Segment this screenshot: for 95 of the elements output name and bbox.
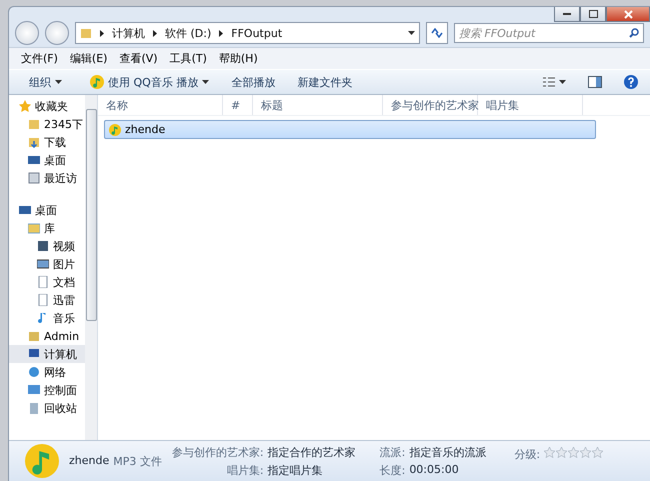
pane-icon xyxy=(588,76,602,88)
star-icon xyxy=(556,447,568,458)
sidebar-item[interactable]: 库 xyxy=(9,219,85,237)
column-header[interactable]: 标题 xyxy=(253,95,383,115)
monitor-icon xyxy=(19,204,31,216)
minimize-icon xyxy=(563,12,571,16)
user-folder-icon xyxy=(28,330,40,342)
folder-icon xyxy=(28,118,40,130)
file-row[interactable]: zhende xyxy=(104,120,596,139)
recycle-bin-icon xyxy=(28,402,40,414)
toolbar-button[interactable]: 使用 QQ音乐 播放 xyxy=(86,72,214,92)
field-label: 唱片集: xyxy=(226,462,264,478)
address-bar[interactable]: 计算机 软件 (D:) FFOutput xyxy=(75,22,420,44)
chevron-icon xyxy=(100,30,104,36)
computer-icon xyxy=(28,348,40,360)
sidebar-item[interactable]: 桌面 xyxy=(9,151,85,169)
field-value: 指定音乐的流派 xyxy=(409,444,486,460)
back-button[interactable] xyxy=(15,21,39,45)
sidebar-item[interactable]: 控制面 xyxy=(9,381,85,399)
star-icon xyxy=(592,447,604,458)
chevron-icon xyxy=(153,30,157,36)
column-header[interactable]: 名称 xyxy=(98,95,223,115)
field-label: 参与创作的艺术家: xyxy=(172,444,264,460)
breadcrumb[interactable]: 软件 (D:) xyxy=(165,26,212,40)
music-app-icon xyxy=(109,124,121,136)
refresh-button[interactable] xyxy=(426,22,448,44)
network-icon xyxy=(28,366,40,378)
menu-item[interactable]: 查看(V) xyxy=(115,50,162,67)
field-value: 指定合作的艺术家 xyxy=(268,444,356,460)
menu-item[interactable]: 编辑(E) xyxy=(66,50,112,67)
close-button[interactable] xyxy=(606,7,650,22)
forward-button[interactable] xyxy=(45,21,69,45)
sidebar-item[interactable]: 计算机 xyxy=(9,345,85,363)
column-header[interactable]: # xyxy=(223,95,253,115)
sidebar-item[interactable]: 桌面 xyxy=(9,201,85,219)
music-app-icon xyxy=(25,444,59,478)
search-icon xyxy=(629,28,639,38)
file-type: MP3 文件 xyxy=(113,454,162,468)
refresh-icon xyxy=(431,28,443,38)
breadcrumb[interactable]: 计算机 xyxy=(112,26,145,40)
field-value: 指定唱片集 xyxy=(268,462,324,478)
chevron-icon xyxy=(219,30,224,36)
caret-icon xyxy=(408,31,415,35)
menu-item[interactable]: 帮助(H) xyxy=(214,50,262,67)
sidebar-item[interactable]: 迅雷 xyxy=(9,291,85,309)
file-name: zhende xyxy=(69,454,110,468)
minimize-button[interactable] xyxy=(554,7,580,22)
breadcrumb[interactable]: FFOutput xyxy=(231,26,282,40)
monitor-icon xyxy=(28,154,40,166)
sidebar-item[interactable]: 最近访 xyxy=(9,169,85,187)
music-app-icon xyxy=(90,75,104,89)
help-icon xyxy=(624,75,638,89)
toolbar-button[interactable]: 全部播放 xyxy=(227,72,280,92)
caret-icon xyxy=(202,80,210,84)
star-icon xyxy=(544,447,556,458)
document-icon xyxy=(37,276,49,288)
field-label: 长度: xyxy=(380,462,406,478)
field-label: 分级: xyxy=(514,447,540,462)
menu-item[interactable]: 工具(T) xyxy=(166,50,211,67)
picture-icon xyxy=(37,258,49,270)
list-view-icon xyxy=(543,77,555,87)
toolbar-button[interactable]: 组织 xyxy=(25,72,66,92)
star-icon xyxy=(19,100,31,112)
column-header[interactable]: 参与创作的艺术家 xyxy=(383,95,478,115)
column-header[interactable]: 唱片集 xyxy=(478,95,583,115)
menu-item[interactable]: 文件(F) xyxy=(17,50,62,67)
sidebar-item[interactable]: Admin xyxy=(9,327,85,345)
document-icon xyxy=(37,294,49,306)
sidebar-item[interactable]: 图片 xyxy=(9,255,85,273)
sidebar-item[interactable]: 视频 xyxy=(9,237,85,255)
sidebar-item[interactable]: 网络 xyxy=(9,363,85,381)
film-icon xyxy=(37,240,49,252)
sidebar-item[interactable]: 收藏夹 xyxy=(9,97,85,115)
caret-icon xyxy=(55,80,62,84)
file-name: zhende xyxy=(125,123,166,136)
star-icon xyxy=(580,447,592,458)
sidebar-item[interactable]: 回收站 xyxy=(9,399,85,417)
download-folder-icon xyxy=(28,136,40,148)
document-icon xyxy=(28,172,40,184)
close-icon xyxy=(624,10,632,18)
toolbar-button[interactable]: 新建文件夹 xyxy=(293,72,356,92)
field-value: 00:05:00 xyxy=(409,462,460,478)
search-field[interactable]: 搜索 FFOutput xyxy=(454,23,644,43)
sidebar-item[interactable]: 下载 xyxy=(9,133,85,151)
maximize-icon xyxy=(588,10,598,18)
maximize-button[interactable] xyxy=(580,7,606,22)
sidebar-item[interactable]: 2345下 xyxy=(9,115,85,133)
caret-icon xyxy=(559,80,566,84)
star-icon xyxy=(568,447,580,458)
sidebar-item[interactable]: 文档 xyxy=(9,273,85,291)
folder-icon xyxy=(80,27,92,39)
field-label: 流派: xyxy=(380,444,406,460)
panel-icon xyxy=(28,384,40,396)
library-folder-icon xyxy=(28,222,40,234)
sidebar-item[interactable]: 音乐 xyxy=(9,309,85,327)
